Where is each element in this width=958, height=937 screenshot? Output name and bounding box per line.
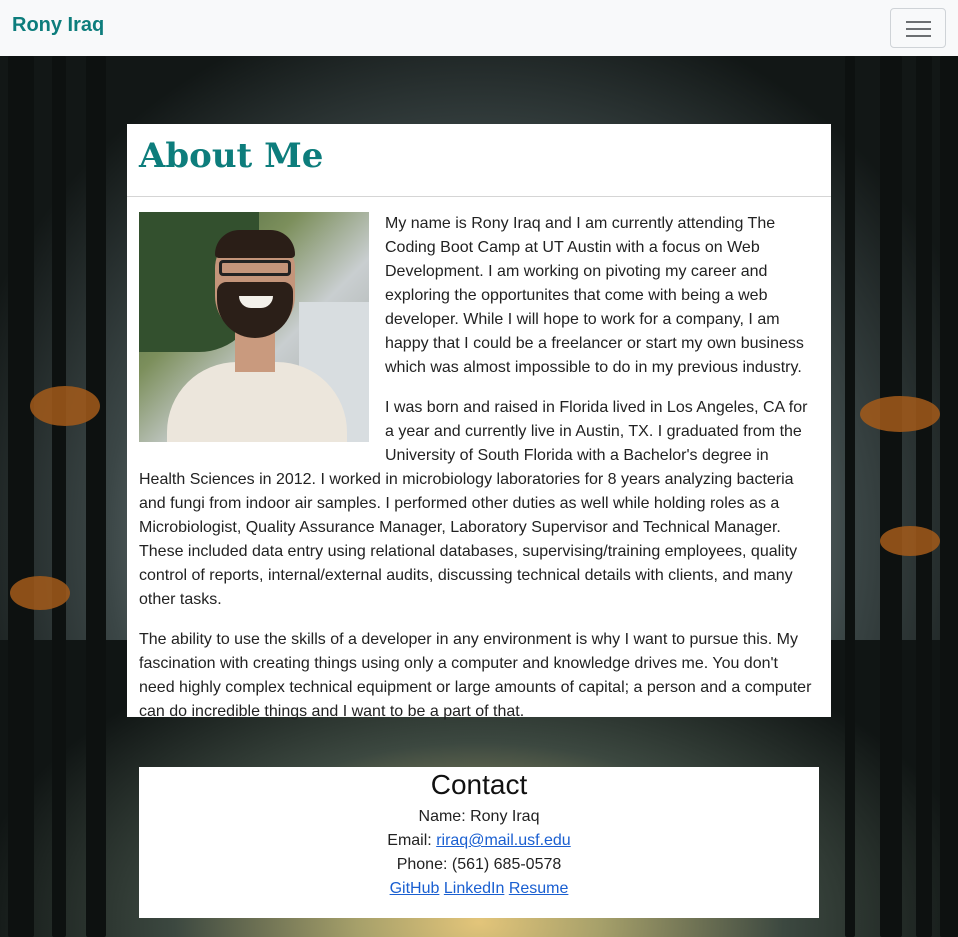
- about-paragraph: The ability to use the skills of a devel…: [139, 631, 812, 720]
- portrait-photo: [139, 212, 369, 442]
- about-header: About Me: [127, 124, 831, 197]
- about-title: About Me: [139, 136, 324, 176]
- contact-name-row: Name: Rony Iraq: [139, 805, 819, 829]
- contact-phone-row: Phone: (561) 685-0578: [139, 853, 819, 877]
- contact-card: Contact Name: Rony Iraq Email: riraq@mai…: [139, 767, 819, 918]
- contact-links-row: GitHub LinkedIn Resume: [139, 877, 819, 901]
- hamburger-icon-line: [906, 28, 931, 30]
- email-link[interactable]: riraq@mail.usf.edu: [436, 832, 571, 849]
- contact-phone: (561) 685-0578: [451, 856, 562, 873]
- hamburger-icon-line: [906, 35, 931, 37]
- name-label: Name:: [418, 808, 471, 825]
- navbar: Rony Iraq: [0, 0, 958, 56]
- phone-label: Phone:: [396, 856, 452, 873]
- resume-link[interactable]: Resume: [509, 880, 569, 897]
- github-link[interactable]: GitHub: [390, 880, 440, 897]
- menu-toggle-button[interactable]: [890, 8, 946, 48]
- hamburger-icon: [906, 21, 931, 23]
- brand-link[interactable]: Rony Iraq: [12, 14, 104, 37]
- contact-name: Rony Iraq: [470, 808, 540, 825]
- email-label: Email:: [387, 832, 437, 849]
- contact-title: Contact: [430, 769, 528, 800]
- about-card: About Me My name is Rony Iraq and I am c…: [127, 124, 831, 720]
- contact-email-row: Email: riraq@mail.usf.edu: [139, 829, 819, 853]
- linkedin-link[interactable]: LinkedIn: [444, 880, 505, 897]
- about-body: My name is Rony Iraq and I am currently …: [139, 212, 817, 740]
